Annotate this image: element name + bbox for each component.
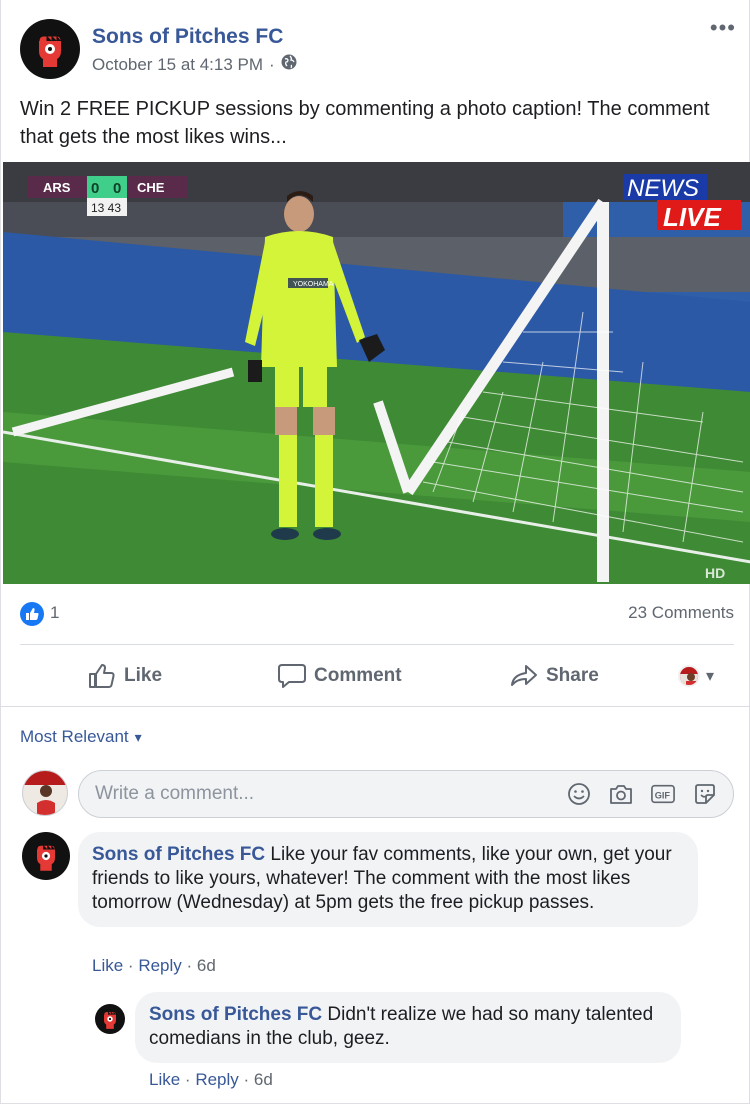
post-timestamp[interactable]: October 15 at 4:13 PM xyxy=(92,55,263,75)
speech-bubble-icon xyxy=(278,664,306,688)
like-button[interactable]: Like xyxy=(88,646,162,706)
reply-like-link[interactable]: Like xyxy=(149,1070,180,1089)
comment-label: Comment xyxy=(314,665,402,686)
comment-input[interactable] xyxy=(95,771,535,817)
link-separator: · xyxy=(184,1070,196,1089)
link-separator: · xyxy=(186,956,197,975)
page-avatar[interactable] xyxy=(20,19,80,79)
meta-separator: · xyxy=(269,54,275,74)
comment-bubble: Sons of Pitches FC Like your fav comment… xyxy=(78,832,698,927)
page-name[interactable]: Sons of Pitches FC xyxy=(92,25,283,49)
comment-actions: Like · Reply · 6d xyxy=(92,956,216,976)
audience-caret-icon: ▾ xyxy=(706,668,715,685)
reply-author-avatar[interactable] xyxy=(95,1004,125,1034)
post-text: Win 2 FREE PICKUP sessions by commenting… xyxy=(20,98,710,148)
share-arrow-icon xyxy=(511,665,537,686)
reply-actions: Like · Reply · 6d xyxy=(149,1070,273,1090)
post-meta: October 15 at 4:13 PM · xyxy=(92,54,297,75)
news-label: NEWS xyxy=(627,175,699,202)
away-team: CHE xyxy=(137,180,165,195)
sticker-icon[interactable] xyxy=(693,782,717,806)
comment-count[interactable]: 23 Comments xyxy=(628,603,734,623)
jersey-sponsor: YOKOHAMA xyxy=(293,281,334,288)
reply-reply-link[interactable]: Reply xyxy=(195,1070,238,1089)
engagement-stats: 1 23 Comments xyxy=(20,600,734,628)
profile-avatar-small xyxy=(678,665,700,687)
live-label: LIVE xyxy=(663,202,721,232)
sort-label: Most Relevant xyxy=(20,727,129,746)
post-header: Sons of Pitches FC October 15 at 4:13 PM… xyxy=(20,17,735,81)
gif-icon[interactable]: GIF xyxy=(651,782,675,806)
action-bar: Like Comment Share ▾ xyxy=(20,646,734,706)
comments-section-divider xyxy=(1,706,750,707)
camera-icon[interactable] xyxy=(609,782,633,806)
like-count[interactable]: 1 xyxy=(50,603,59,623)
share-button[interactable]: Share xyxy=(510,646,599,706)
stats-divider xyxy=(20,644,734,645)
link-separator: · xyxy=(243,1070,254,1089)
sort-caret-icon: ▾ xyxy=(134,728,142,745)
comment-button[interactable]: Comment xyxy=(278,646,402,706)
reply-author[interactable]: Sons of Pitches FC xyxy=(149,1004,322,1025)
link-separator: · xyxy=(127,956,139,975)
home-team: ARS xyxy=(43,180,71,195)
reply-bubble: Sons of Pitches FC Didn't realize we had… xyxy=(135,992,681,1063)
comment-age[interactable]: 6d xyxy=(197,956,216,975)
comment-sort-dropdown[interactable]: Most Relevant ▾ xyxy=(20,727,142,747)
fist-logo-icon xyxy=(36,844,56,871)
emoji-icon[interactable] xyxy=(567,782,591,806)
feed-post: Sons of Pitches FC October 15 at 4:13 PM… xyxy=(0,0,750,1104)
comment-author[interactable]: Sons of Pitches FC xyxy=(92,844,265,865)
comment-reply-link[interactable]: Reply xyxy=(138,956,181,975)
comment-like-link[interactable]: Like xyxy=(92,956,123,975)
match-clock: 13 43 xyxy=(91,201,121,215)
like-label: Like xyxy=(124,665,163,686)
my-avatar[interactable] xyxy=(22,770,68,816)
home-score: 0 xyxy=(91,180,99,197)
more-options-icon[interactable]: ••• xyxy=(710,17,736,39)
post-as-selector[interactable]: ▾ xyxy=(678,646,714,706)
post-photo[interactable]: YOKOHAMA ARS 0 0 CHE 13 43 NEWS LIVE HD xyxy=(3,162,750,584)
gif-icon-label: GIF xyxy=(655,791,671,801)
thumbs-up-icon xyxy=(89,664,115,688)
fist-logo-icon xyxy=(103,1011,117,1029)
away-score: 0 xyxy=(113,180,121,197)
comment-composer: GIF xyxy=(78,770,734,818)
hd-watermark: HD xyxy=(705,565,725,581)
globe-icon[interactable] xyxy=(281,54,297,75)
share-label: Share xyxy=(546,665,599,686)
like-reaction-icon[interactable] xyxy=(20,602,44,626)
reply-age[interactable]: 6d xyxy=(254,1070,273,1089)
fist-logo-icon xyxy=(38,35,62,67)
comment-author-avatar[interactable] xyxy=(22,832,70,880)
